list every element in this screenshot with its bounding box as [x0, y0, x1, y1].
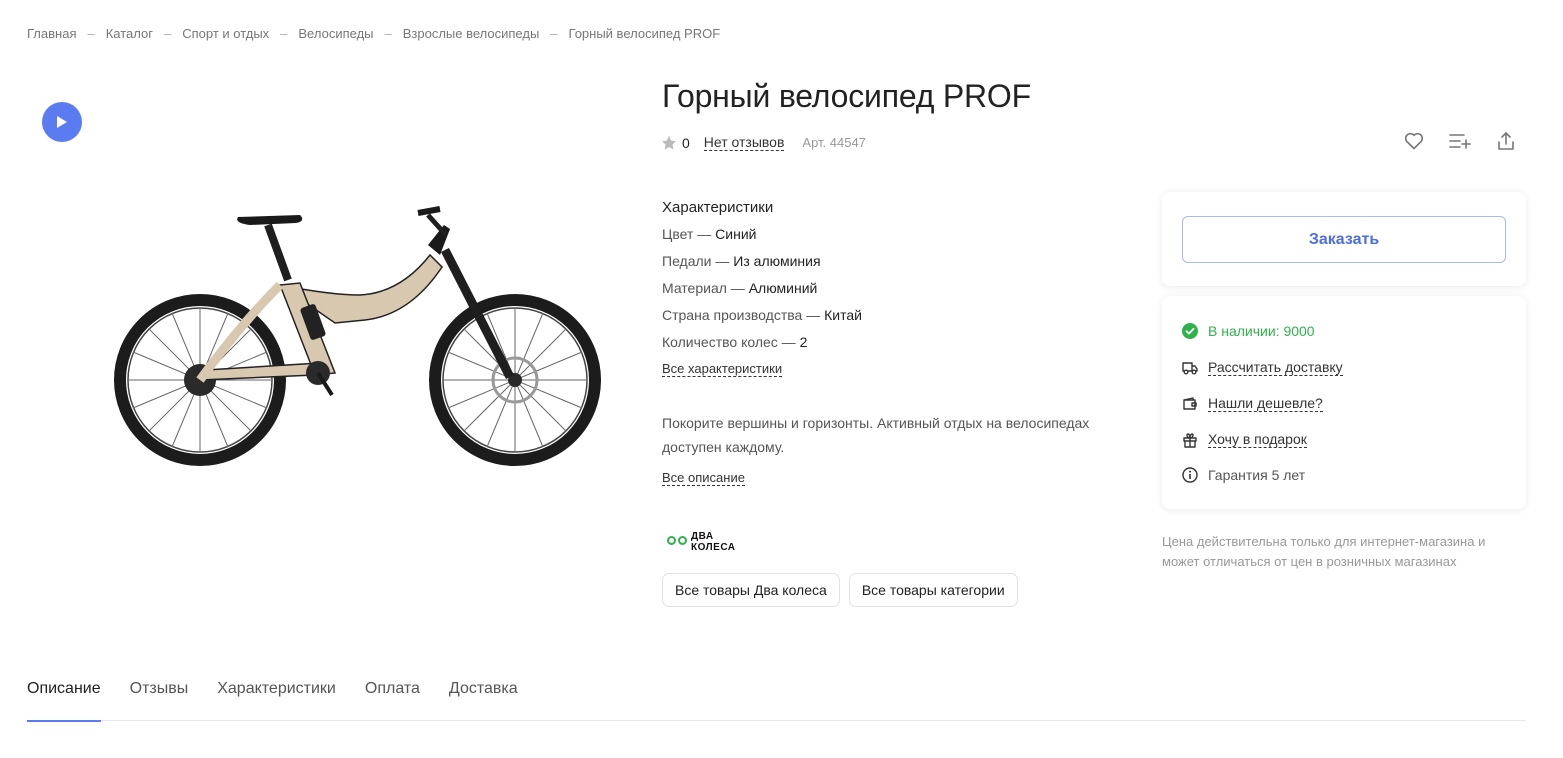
rating-value: 0	[682, 134, 690, 151]
product-description: Покорите вершины и горизонты. Активный о…	[662, 415, 1090, 455]
calc-delivery-link[interactable]: Рассчитать доставку	[1208, 359, 1343, 376]
spec-name: Цвет	[662, 226, 694, 242]
brand-logo[interactable]: ДВА КОЛЕСА	[667, 528, 736, 553]
gift-row[interactable]: Хочу в подарок	[1182, 431, 1307, 448]
share-icon[interactable]	[1495, 130, 1517, 152]
spec-value: Из алюминия	[733, 253, 821, 269]
breadcrumb-separator: –	[87, 26, 95, 41]
breadcrumb-current: Горный велосипед PROF	[568, 26, 721, 41]
all-category-products-button[interactable]: Все товары категории	[848, 573, 1018, 607]
product-image[interactable]	[110, 195, 610, 480]
order-button[interactable]: Заказать	[1182, 216, 1506, 263]
warranty-text: Гарантия 5 лет	[1208, 467, 1306, 483]
article-number: Арт. 44547	[802, 135, 866, 150]
tab-payment[interactable]: Оплата	[365, 668, 420, 721]
spec-row: Материал — Алюминий	[662, 280, 818, 296]
found-cheaper-row[interactable]: Нашли дешевле?	[1182, 395, 1323, 412]
gift-icon	[1182, 432, 1198, 448]
check-circle-icon	[1182, 323, 1198, 339]
brand-logo-text: ДВА КОЛЕСА	[691, 531, 736, 553]
heart-icon[interactable]	[1403, 130, 1425, 152]
stock-text: В наличии: 9000	[1208, 323, 1315, 339]
breadcrumb-sport[interactable]: Спорт и отдых	[182, 26, 269, 41]
warranty-row: Гарантия 5 лет	[1182, 467, 1305, 483]
spec-name: Педали	[662, 253, 712, 269]
spec-value: Синий	[715, 226, 757, 242]
compare-list-icon[interactable]	[1449, 130, 1471, 152]
front-wheel	[429, 294, 601, 466]
tab-specifications[interactable]: Характеристики	[217, 668, 336, 721]
info-icon	[1182, 467, 1198, 483]
tab-reviews[interactable]: Отзывы	[130, 668, 189, 721]
spec-value: Китай	[824, 307, 862, 323]
breadcrumb-home[interactable]: Главная	[27, 26, 76, 41]
breadcrumb-separator: –	[163, 26, 172, 41]
brand-logo-circles	[667, 536, 687, 545]
spec-value: 2	[799, 334, 808, 350]
found-cheaper-link[interactable]: Нашли дешевле?	[1208, 395, 1323, 412]
calc-delivery-row[interactable]: Рассчитать доставку	[1182, 359, 1343, 376]
tab-description[interactable]: Описание	[27, 668, 101, 722]
all-specs-link[interactable]: Все характеристики	[662, 361, 783, 377]
breadcrumb: Главная – Каталог – Спорт и отдых – Вело…	[27, 26, 720, 41]
info-card: В наличии: 9000 Рассчитать доставку Нашл…	[1162, 296, 1526, 509]
spec-row: Цвет — Синий	[662, 226, 757, 242]
spec-row: Количество колес — 2	[662, 334, 808, 350]
truck-icon	[1182, 360, 1198, 376]
rating-row: 0 Нет отзывов Арт. 44547	[661, 134, 866, 151]
video-play-button[interactable]	[42, 102, 82, 142]
order-card: Заказать	[1162, 192, 1526, 286]
breadcrumb-separator: –	[550, 26, 558, 41]
tab-delivery[interactable]: Доставка	[449, 668, 518, 721]
gift-link[interactable]: Хочу в подарок	[1208, 431, 1307, 448]
wallet-icon	[1182, 396, 1198, 412]
breadcrumb-separator: –	[384, 26, 392, 41]
all-brand-products-button[interactable]: Все товары Два колеса	[662, 573, 840, 607]
product-actions	[1403, 130, 1517, 152]
product-tabs: Описание Отзывы Характеристики Оплата До…	[27, 668, 1526, 722]
price-note: Цена действительна только для интернет-м…	[1162, 534, 1486, 569]
spec-row: Страна производства — Китай	[662, 307, 862, 323]
breadcrumb-separator: –	[280, 26, 288, 41]
specs-title: Характеристики	[662, 199, 774, 216]
play-icon	[56, 115, 68, 129]
all-description-link[interactable]: Все описание	[662, 470, 745, 486]
reviews-link[interactable]: Нет отзывов	[703, 134, 785, 151]
spec-name: Страна производства	[662, 307, 803, 323]
brand-buttons: Все товары Два колеса Все товары категор…	[662, 573, 1018, 607]
breadcrumb-adult-bicycles[interactable]: Взрослые велосипеды	[403, 26, 540, 41]
spec-row: Педали — Из алюминия	[662, 253, 821, 269]
stock-status: В наличии: 9000	[1182, 323, 1315, 339]
spec-name: Количество колес	[662, 334, 778, 350]
spec-value: Алюминий	[748, 280, 818, 296]
breadcrumb-catalog[interactable]: Каталог	[106, 26, 153, 41]
bike-frame	[196, 206, 515, 397]
product-title: Горный велосипед PROF	[662, 78, 1031, 114]
specs-block: Характеристики Цвет — Синий Педали — Из …	[662, 194, 862, 356]
breadcrumb-bicycles[interactable]: Велосипеды	[298, 26, 373, 41]
spec-name: Материал	[662, 280, 727, 296]
star-icon	[661, 135, 677, 151]
